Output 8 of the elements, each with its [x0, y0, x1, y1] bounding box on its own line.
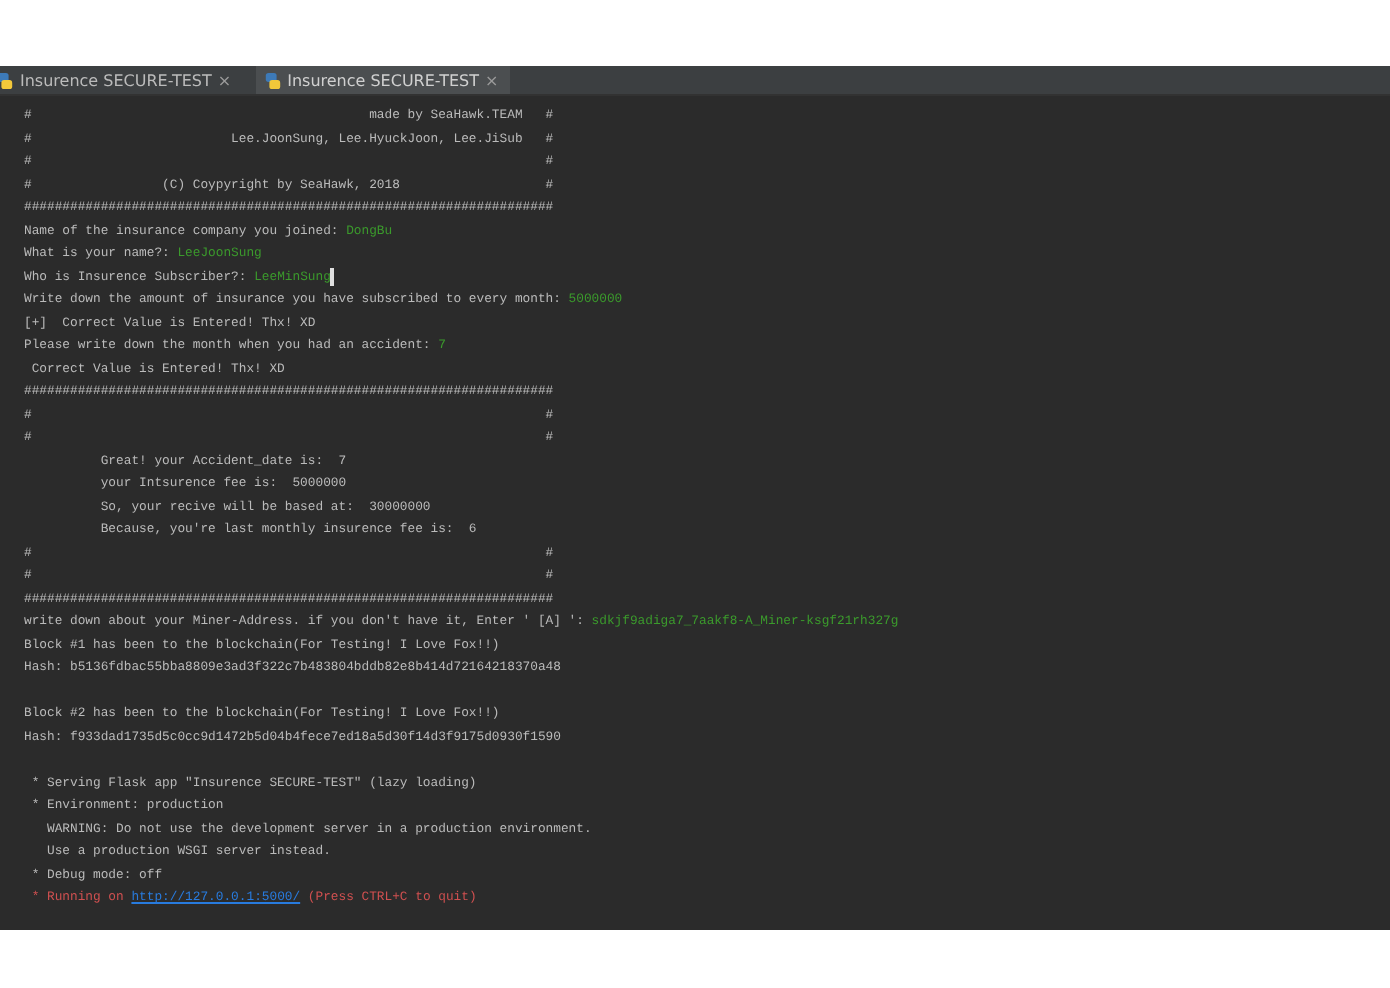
- close-icon[interactable]: ×: [217, 71, 232, 89]
- python-icon: [263, 71, 282, 89]
- editor-tab[interactable]: Insurence SECURE-TEST ×: [0, 66, 244, 94]
- python-icon: [0, 71, 14, 89]
- editor-tab[interactable]: Insurence SECURE-TEST ×: [255, 66, 511, 94]
- tab-label: Insurence SECURE-TEST: [287, 71, 479, 89]
- tab-label: Insurence SECURE-TEST: [20, 71, 212, 89]
- close-icon[interactable]: ×: [484, 71, 499, 89]
